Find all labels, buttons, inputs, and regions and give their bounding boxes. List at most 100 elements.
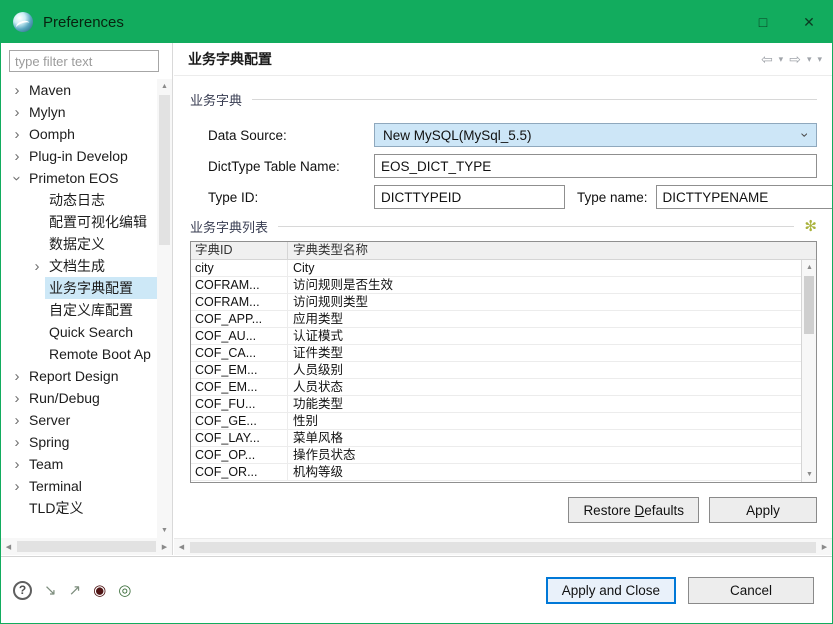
tree-item-config-visual-editor[interactable]: 配置可视化编辑: [1, 211, 157, 233]
table-name-input[interactable]: [374, 154, 817, 178]
table-row[interactable]: COF_CA...证件类型: [191, 345, 801, 362]
tree-item-mylyn[interactable]: ›Mylyn: [1, 101, 157, 123]
forward-icon[interactable]: ⇨: [789, 51, 801, 68]
scroll-right-icon[interactable]: ▶: [157, 538, 172, 555]
preferences-nav-panel: ›Maven ›Mylyn ›Oomph ›Plug-in Develop ›P…: [1, 43, 173, 555]
tree-item-oomph[interactable]: ›Oomph: [1, 123, 157, 145]
table-vertical-scrollbar[interactable]: ▲ ▼: [801, 260, 816, 482]
export-preferences-icon[interactable]: ↗: [69, 583, 82, 598]
chevron-collapsed-icon[interactable]: ›: [9, 435, 25, 450]
tree-item-dynamic-log[interactable]: 动态日志: [1, 189, 157, 211]
content-horizontal-scrollbar[interactable]: ◀ ▶: [174, 538, 832, 555]
scroll-up-icon[interactable]: ▲: [157, 79, 172, 94]
footer-icon-toolbar: ? ↘ ↗ ◉ ◎: [13, 581, 131, 600]
tree-item-maven[interactable]: ›Maven: [1, 79, 157, 101]
data-source-select[interactable]: New MySQL(MySql_5.5) ›: [374, 123, 817, 147]
chevron-expanded-icon[interactable]: ›: [10, 170, 25, 186]
scroll-left-icon[interactable]: ◀: [174, 539, 189, 556]
dict-table-header: 字典ID 字典类型名称: [191, 242, 816, 260]
table-row[interactable]: COF_FU...功能类型: [191, 396, 801, 413]
forward-dropdown-icon[interactable]: ▾: [807, 54, 812, 65]
dict-table: 字典ID 字典类型名称 cityCity COFRAM...访问规则是否生效 C…: [190, 241, 817, 483]
tree-item-remote-boot[interactable]: Remote Boot Ap: [1, 343, 157, 365]
table-row[interactable]: COFRAM...访问规则是否生效: [191, 277, 801, 294]
view-menu-icon[interactable]: ▾: [817, 54, 822, 65]
table-row[interactable]: COF_OR...机构等级: [191, 464, 801, 481]
tree-item-terminal[interactable]: ›Terminal: [1, 475, 157, 497]
column-header-dict-id[interactable]: 字典ID: [191, 242, 288, 259]
scrollbar-thumb[interactable]: [804, 276, 814, 334]
cancel-button[interactable]: Cancel: [688, 577, 814, 604]
apply-button[interactable]: Apply: [709, 497, 817, 523]
tree-vertical-scrollbar[interactable]: ▲ ▼: [157, 79, 172, 538]
table-row[interactable]: COF_OP...操作员状态: [191, 447, 801, 464]
chevron-collapsed-icon[interactable]: ›: [9, 105, 25, 120]
tree-item-report-design[interactable]: ›Report Design: [1, 365, 157, 387]
preference-recorder-icon[interactable]: ◉: [93, 583, 106, 598]
chevron-collapsed-icon[interactable]: ›: [9, 127, 25, 142]
chevron-collapsed-icon[interactable]: ›: [9, 391, 25, 406]
apply-and-close-button[interactable]: Apply and Close: [546, 577, 676, 604]
back-dropdown-icon[interactable]: ▾: [779, 54, 784, 65]
scroll-right-icon[interactable]: ▶: [817, 539, 832, 556]
help-icon[interactable]: ?: [13, 581, 32, 600]
page-content: 业务字典 Data Source: New MySQL(MySql_5.5) ›…: [174, 76, 832, 538]
close-button[interactable]: ✕: [786, 1, 832, 43]
tree-item-spring[interactable]: ›Spring: [1, 431, 157, 453]
tree-item-tld-definition[interactable]: TLD定义: [1, 497, 157, 519]
chevron-collapsed-icon[interactable]: ›: [9, 479, 25, 494]
chevron-collapsed-icon[interactable]: ›: [9, 457, 25, 472]
scroll-down-icon[interactable]: ▼: [157, 523, 172, 538]
type-id-input[interactable]: [374, 185, 565, 209]
scroll-left-icon[interactable]: ◀: [1, 538, 16, 555]
tree-item-primeton-eos[interactable]: ›Primeton EOS: [1, 167, 157, 189]
table-row[interactable]: COF_APP...应用类型: [191, 311, 801, 328]
section-divider: [278, 226, 794, 227]
chevron-collapsed-icon[interactable]: ›: [9, 149, 25, 164]
chevron-collapsed-icon[interactable]: ›: [9, 369, 25, 384]
scrollbar-thumb[interactable]: [190, 542, 816, 553]
scrollbar-thumb[interactable]: [17, 541, 156, 552]
chevron-down-icon: ›: [798, 133, 814, 138]
page-button-row: Restore Defaults Apply: [190, 497, 817, 523]
tree-horizontal-scrollbar[interactable]: ◀ ▶: [1, 538, 172, 555]
page-header: 业务字典配置 ⇦ ▾ ⇨ ▾ ▾: [174, 43, 832, 76]
dict-table-body: cityCity COFRAM...访问规则是否生效 COFRAM...访问规则…: [191, 260, 801, 482]
tree-item-team[interactable]: ›Team: [1, 453, 157, 475]
scroll-down-icon[interactable]: ▼: [802, 467, 817, 482]
table-row[interactable]: COF_LAY...菜单风格: [191, 430, 801, 447]
tree-item-server[interactable]: ›Server: [1, 409, 157, 431]
chevron-collapsed-icon[interactable]: ›: [29, 259, 45, 274]
tree-item-plugin-development[interactable]: ›Plug-in Develop: [1, 145, 157, 167]
type-name-label: Type name:: [577, 190, 648, 205]
maximize-button[interactable]: □: [740, 1, 786, 43]
tree-item-custom-lib-config[interactable]: 自定义库配置: [1, 299, 157, 321]
tree-item-run-debug[interactable]: ›Run/Debug: [1, 387, 157, 409]
scrollbar-thumb[interactable]: [159, 95, 170, 245]
table-row[interactable]: COF_AU...认证模式: [191, 328, 801, 345]
table-row[interactable]: COF_GE...性别: [191, 413, 801, 430]
back-icon[interactable]: ⇦: [761, 51, 773, 68]
tree-item-quick-search[interactable]: Quick Search: [1, 321, 157, 343]
column-header-dict-type-name[interactable]: 字典类型名称: [288, 242, 816, 259]
chevron-collapsed-icon[interactable]: ›: [9, 83, 25, 98]
recorder-settings-icon[interactable]: ◎: [118, 583, 131, 598]
tree-item-doc-generation[interactable]: ›文档生成: [1, 255, 157, 277]
type-name-input[interactable]: [656, 185, 832, 209]
restore-defaults-button[interactable]: Restore Defaults: [568, 497, 699, 523]
import-preferences-icon[interactable]: ↘: [44, 583, 57, 598]
table-row[interactable]: cityCity: [191, 260, 801, 277]
section-label: 业务字典列表: [190, 217, 268, 236]
chevron-collapsed-icon[interactable]: ›: [9, 413, 25, 428]
table-name-row: DictType Table Name:: [208, 154, 817, 178]
tree-item-data-definition[interactable]: 数据定义: [1, 233, 157, 255]
table-row[interactable]: COF_EM...人员状态: [191, 379, 801, 396]
scroll-up-icon[interactable]: ▲: [802, 260, 817, 275]
tree-item-business-dict-config[interactable]: 业务字典配置: [1, 277, 157, 299]
table-row[interactable]: COF_EM...人员级别: [191, 362, 801, 379]
data-source-row: Data Source: New MySQL(MySql_5.5) ›: [208, 123, 817, 147]
refresh-icon[interactable]: ✻: [804, 219, 817, 234]
data-source-label: Data Source:: [208, 128, 374, 143]
table-row[interactable]: COFRAM...访问规则类型: [191, 294, 801, 311]
filter-input[interactable]: [9, 50, 159, 72]
